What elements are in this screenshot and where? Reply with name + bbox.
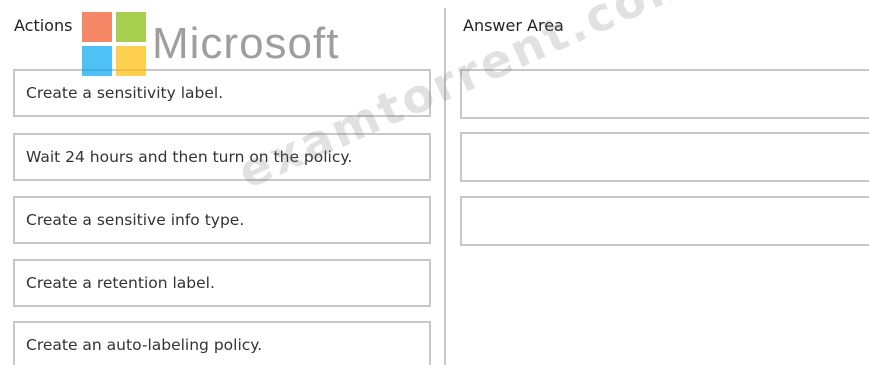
answer-slot-3[interactable] xyxy=(460,196,869,246)
action-item-create-auto-labeling-policy[interactable]: Create an auto-labeling policy. xyxy=(13,321,431,365)
action-item-create-retention-label[interactable]: Create a retention label. xyxy=(13,259,431,307)
microsoft-logo-grid-icon xyxy=(82,12,146,76)
answer-slot-2[interactable] xyxy=(460,132,869,182)
drag-drop-question: Actions Answer Area Microsoft Create a s… xyxy=(0,0,869,365)
logo-square-red xyxy=(82,12,112,42)
column-divider xyxy=(444,8,446,365)
microsoft-logo-text: Microsoft xyxy=(152,19,340,68)
action-item-wait-24-hours[interactable]: Wait 24 hours and then turn on the polic… xyxy=(13,133,431,181)
logo-square-yellow xyxy=(116,46,146,76)
action-item-create-sensitivity-label[interactable]: Create a sensitivity label. xyxy=(13,69,431,117)
actions-heading: Actions xyxy=(14,16,73,35)
logo-square-blue xyxy=(82,46,112,76)
answer-slot-1[interactable] xyxy=(460,69,869,119)
microsoft-logo: Microsoft xyxy=(82,12,339,76)
action-item-create-sensitive-info-type[interactable]: Create a sensitive info type. xyxy=(13,196,431,244)
answer-area-heading: Answer Area xyxy=(463,16,564,35)
logo-square-green xyxy=(116,12,146,42)
